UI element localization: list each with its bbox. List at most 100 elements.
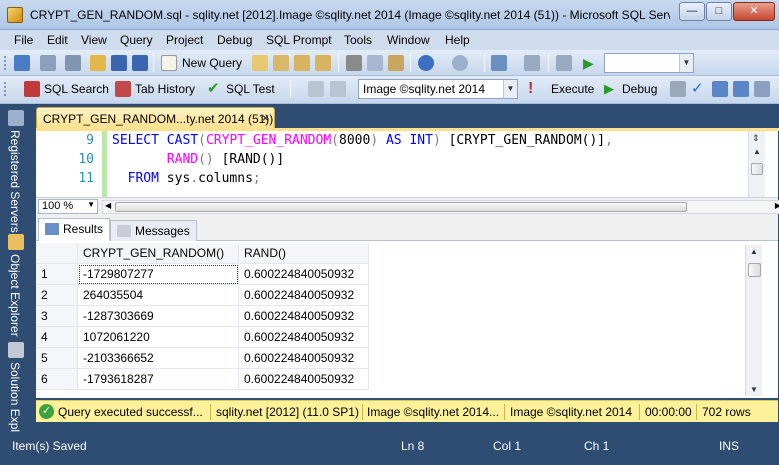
minimize-button[interactable]: — <box>679 2 705 21</box>
scroll-up-icon[interactable]: ▲ <box>750 247 758 256</box>
sql-search-button[interactable]: SQL Search <box>44 82 109 96</box>
code-line[interactable]: FROM sys.columns; <box>112 171 261 186</box>
change-connection-icon[interactable] <box>330 81 346 97</box>
code-line[interactable]: SELECT CAST(CRYPT_GEN_RANDOM(8000) AS IN… <box>112 133 613 148</box>
save-icon[interactable] <box>111 55 127 71</box>
solution-config-icon[interactable] <box>556 55 572 71</box>
menu-window[interactable]: Window <box>387 33 430 47</box>
debug-icon[interactable]: ▶ <box>604 81 620 97</box>
navigate-backward-icon[interactable] <box>491 55 507 71</box>
execute-button[interactable]: Execute <box>551 82 594 96</box>
add-item-icon[interactable] <box>40 55 56 71</box>
row-number[interactable]: 2 <box>36 285 78 306</box>
new-project-icon[interactable] <box>14 55 30 71</box>
navigate-forward-icon[interactable] <box>524 55 540 71</box>
grid-cell[interactable]: 0.600224840050932 <box>239 285 369 306</box>
scroll-right-icon[interactable]: ▶ <box>775 201 779 210</box>
db-engine-query-icon[interactable] <box>252 55 268 71</box>
column-header[interactable]: RAND() <box>239 243 369 264</box>
row-number[interactable]: 5 <box>36 348 78 369</box>
close-tab-icon[interactable]: × <box>262 111 269 125</box>
open-file-icon[interactable] <box>90 55 106 71</box>
cut-icon[interactable] <box>346 55 362 71</box>
row-number[interactable]: 1 <box>36 264 78 285</box>
grid-cell[interactable]: 0.600224840050932 <box>239 369 369 390</box>
grid-cell[interactable]: 0.600224840050932 <box>239 264 369 285</box>
menu-help[interactable]: Help <box>445 33 470 47</box>
row-number[interactable]: 4 <box>36 327 78 348</box>
query-editor[interactable]: 9 10 11 SELECT CAST(CRYPT_GEN_RANDOM(800… <box>36 131 778 197</box>
parse-icon[interactable]: ✓ <box>691 81 707 97</box>
scroll-left-icon[interactable]: ◀ <box>105 201 111 210</box>
undo-icon[interactable] <box>418 55 434 71</box>
menu-debug[interactable]: Debug <box>217 33 252 47</box>
connect-object-explorer-icon[interactable] <box>308 81 324 97</box>
menu-tools[interactable]: Tools <box>344 33 372 47</box>
copy-icon[interactable] <box>367 55 383 71</box>
display-plan-icon[interactable] <box>712 81 728 97</box>
grid-cell[interactable]: -1729807277 <box>78 264 239 285</box>
start-icon[interactable]: ▶ <box>583 55 599 71</box>
menu-file[interactable]: File <box>14 33 33 47</box>
menu-sql-prompt[interactable]: SQL Prompt <box>266 33 332 47</box>
grid-cell[interactable]: -1793618287 <box>78 369 239 390</box>
grid-scroll-thumb[interactable] <box>748 263 761 277</box>
editor-horizontal-scrollbar[interactable]: ◀ ▶ <box>102 200 779 214</box>
toolbar-overflow-icon[interactable] <box>754 81 770 97</box>
connect-icon[interactable] <box>65 55 81 71</box>
new-query-button[interactable]: New Query <box>182 56 242 70</box>
save-all-icon[interactable] <box>132 55 148 71</box>
row-number[interactable]: 6 <box>36 369 78 390</box>
side-tab-solution-explorer[interactable]: Solution Expl <box>6 340 26 432</box>
scroll-down-icon[interactable]: ▼ <box>750 385 758 394</box>
zoom-select[interactable]: 100 % ▼ <box>38 199 98 214</box>
document-tab[interactable]: CRYPT_GEN_RANDOM...ty.net 2014 (51)) × <box>36 107 275 129</box>
toolbar-grip[interactable] <box>3 81 7 97</box>
tab-messages[interactable]: Messages <box>110 220 197 241</box>
menu-view[interactable]: View <box>81 33 107 47</box>
editor-scroll-thumb[interactable] <box>751 163 763 175</box>
grid-cell[interactable]: 1072061220 <box>78 327 239 348</box>
grid-cell[interactable]: -1287303669 <box>78 306 239 327</box>
solution-platform-combo[interactable]: ▼ <box>604 53 694 73</box>
split-handle-icon[interactable]: ⇕ <box>752 133 760 144</box>
scroll-up-icon[interactable]: ▲ <box>753 147 761 156</box>
toolbar-grip[interactable] <box>3 55 7 71</box>
results-grid[interactable]: CRYPT_GEN_RANDOM() RAND() 1 -1729807277 0.… <box>36 241 778 398</box>
grid-cell[interactable]: -2103366652 <box>78 348 239 369</box>
analysis-query-icon[interactable] <box>273 55 289 71</box>
editor-vertical-scrollbar[interactable]: ⇕ ▲ <box>748 131 765 197</box>
sql-test-button[interactable]: SQL Test <box>226 82 275 96</box>
tab-results[interactable]: Results <box>38 218 111 242</box>
sql-test-icon[interactable]: ✔ <box>207 81 223 97</box>
grid-cell[interactable]: 0.600224840050932 <box>239 327 369 348</box>
tab-history-button[interactable]: Tab History <box>135 82 195 96</box>
menu-project[interactable]: Project <box>166 33 203 47</box>
grid-cell[interactable]: 0.600224840050932 <box>239 306 369 327</box>
horizontal-scroll-thumb[interactable] <box>115 202 687 212</box>
database-select[interactable]: Image ©sqlity.net 2014 ▼ <box>358 79 518 99</box>
redo-icon[interactable] <box>452 55 468 71</box>
paste-icon[interactable] <box>388 55 404 71</box>
grid-cell[interactable]: 264035504 <box>78 285 239 306</box>
menu-edit[interactable]: Edit <box>47 33 68 47</box>
row-number[interactable]: 3 <box>36 306 78 327</box>
grid-corner[interactable] <box>36 243 78 264</box>
maximize-button[interactable]: □ <box>706 2 732 21</box>
new-query-icon[interactable] <box>161 55 177 71</box>
mdx-query-icon[interactable] <box>294 55 310 71</box>
tab-history-icon[interactable] <box>115 81 131 97</box>
column-header[interactable]: CRYPT_GEN_RANDOM() <box>78 243 239 264</box>
close-button[interactable]: ✕ <box>733 2 775 21</box>
sql-search-icon[interactable] <box>24 81 40 97</box>
menu-query[interactable]: Query <box>120 33 153 47</box>
code-line[interactable]: RAND() [RAND()] <box>112 152 284 167</box>
cancel-query-icon[interactable] <box>670 81 686 97</box>
side-tab-registered-servers[interactable]: Registered Servers <box>6 108 26 234</box>
side-tab-object-explorer[interactable]: Object Explorer <box>6 232 26 337</box>
grid-vertical-scrollbar[interactable]: ▲ ▼ <box>745 245 762 396</box>
query-designer-icon[interactable] <box>733 81 749 97</box>
dmx-query-icon[interactable] <box>315 55 331 71</box>
grid-cell[interactable]: 0.600224840050932 <box>239 348 369 369</box>
execute-icon[interactable]: ! <box>528 81 544 97</box>
